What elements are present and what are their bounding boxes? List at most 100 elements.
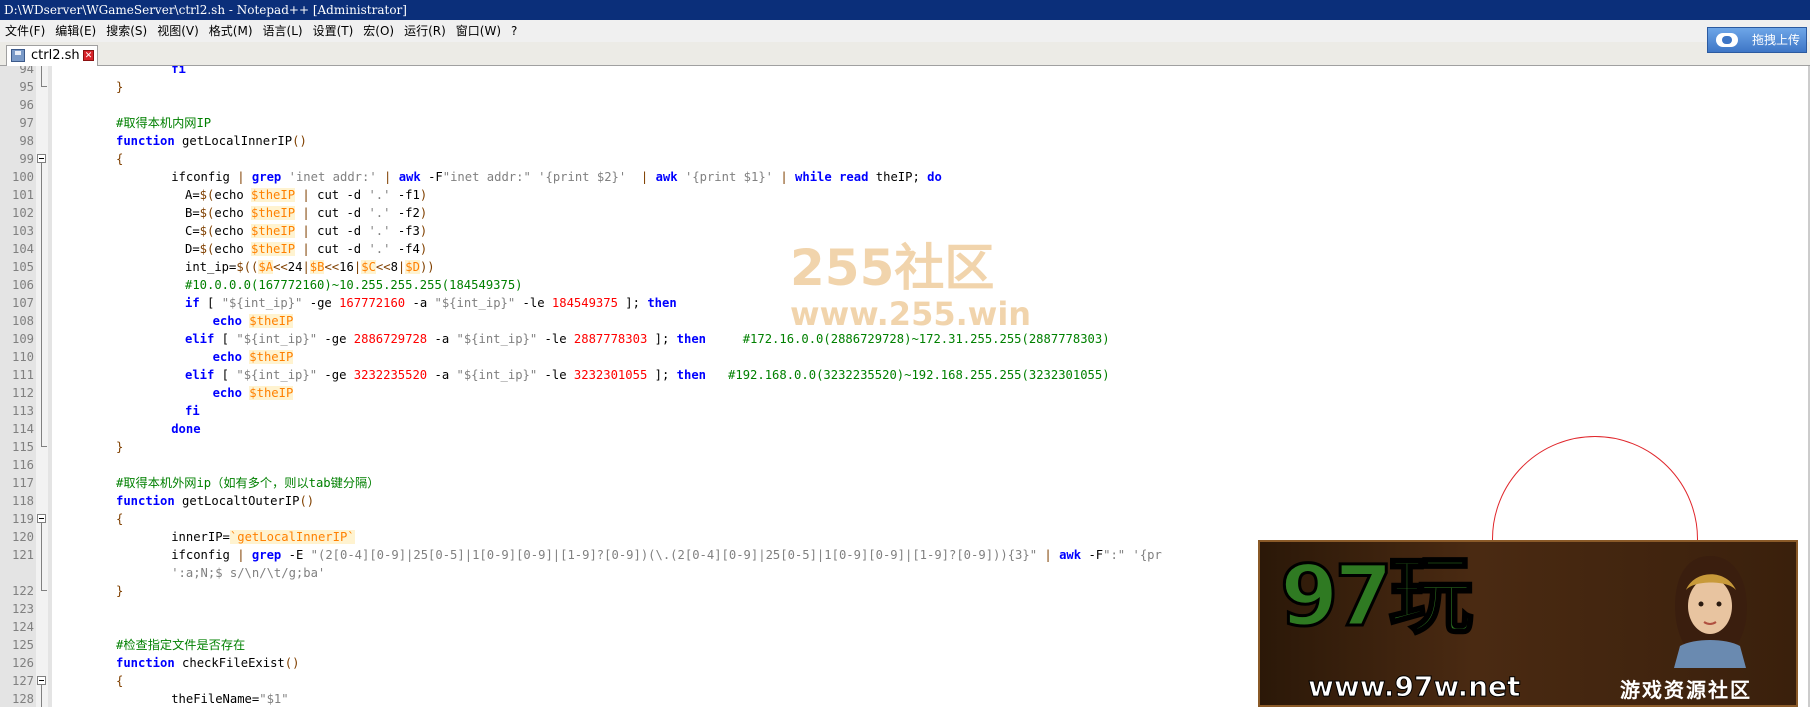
code-text: { bbox=[116, 672, 123, 690]
menu-run[interactable]: 运行(R) bbox=[399, 20, 451, 42]
code-token: '.' bbox=[368, 206, 391, 220]
code-token: $theIP bbox=[251, 188, 296, 202]
code-text: } bbox=[116, 78, 123, 96]
code-token: cut -d bbox=[309, 188, 369, 202]
code-text: { bbox=[116, 150, 123, 168]
code-token: -ge bbox=[317, 332, 354, 346]
code-token: 24 bbox=[287, 260, 303, 274]
code-token: -ge bbox=[317, 368, 354, 382]
close-icon[interactable]: ✕ bbox=[83, 50, 94, 61]
menu-search[interactable]: 搜索(S) bbox=[101, 20, 152, 42]
code-token: $theIP bbox=[249, 350, 294, 364]
code-line: 101 A=$(echo $theIP | cut -d '.' -f1) bbox=[0, 186, 1810, 204]
code-text: { bbox=[116, 510, 123, 528]
code-token: "${int_ip}" bbox=[236, 368, 318, 382]
code-token: then bbox=[647, 296, 677, 310]
code-token: -f4 bbox=[390, 242, 420, 256]
code-token: "${int_ip}" bbox=[434, 296, 516, 310]
code-token: function bbox=[116, 494, 175, 508]
menu-edit[interactable]: 编辑(E) bbox=[50, 20, 101, 42]
code-token: 'inet addr:' bbox=[288, 170, 377, 184]
code-line: 112 echo $theIP bbox=[0, 384, 1810, 402]
fold-line bbox=[36, 402, 48, 420]
line-number: 103 bbox=[11, 224, 34, 238]
code-token: cut -d bbox=[309, 242, 369, 256]
line-number: 118 bbox=[11, 494, 34, 508]
code-token: checkFileExist bbox=[174, 656, 285, 670]
fold-toggle-icon[interactable] bbox=[36, 672, 48, 690]
menu-macro[interactable]: 宏(O) bbox=[358, 20, 399, 42]
line-number: 120 bbox=[11, 530, 34, 544]
cloud-icon bbox=[1716, 33, 1738, 47]
fold-empty bbox=[36, 96, 48, 114]
code-token: D= bbox=[184, 242, 200, 256]
code-token: done bbox=[171, 422, 201, 436]
fold-toggle-icon[interactable] bbox=[36, 150, 48, 168]
code-token: 184549375 bbox=[551, 296, 618, 310]
fold-toggle-icon[interactable] bbox=[36, 510, 48, 528]
code-token: echo bbox=[212, 314, 242, 328]
code-text: function checkFileExist() bbox=[116, 654, 299, 672]
code-token: 3232235520 bbox=[353, 368, 428, 382]
code-token: echo bbox=[212, 386, 242, 400]
code-token: | bbox=[302, 206, 310, 220]
ad-banner[interactable]: 97玩 www.97w.net 游戏资源社区 bbox=[1258, 540, 1798, 707]
code-token: ':a;N;$ s/\n/\t/g;ba' bbox=[171, 566, 326, 580]
code-token: $B bbox=[309, 260, 325, 274]
code-token: #取得本机外网ip（如有多个，则以tab键分隔） bbox=[116, 476, 380, 490]
code-line: 113 fi bbox=[0, 402, 1810, 420]
fold-line bbox=[36, 222, 48, 240]
fold-line bbox=[36, 204, 48, 222]
code-token: fi bbox=[171, 66, 186, 76]
line-number: 97 bbox=[19, 116, 34, 130]
code-token: } bbox=[116, 584, 124, 598]
line-number: 101 bbox=[11, 188, 34, 202]
menu-window[interactable]: 窗口(W) bbox=[451, 20, 506, 42]
code-token: function bbox=[116, 134, 175, 148]
menu-format[interactable]: 格式(M) bbox=[204, 20, 258, 42]
code-token: ]; bbox=[647, 332, 677, 346]
tab-ctrl2-sh[interactable]: ctrl2.sh ✕ bbox=[6, 45, 98, 66]
code-token: -a bbox=[427, 332, 457, 346]
fold-line bbox=[36, 348, 48, 366]
fold-empty bbox=[36, 114, 48, 132]
menu-help[interactable]: ? bbox=[506, 20, 522, 42]
line-number: 100 bbox=[11, 170, 34, 184]
line-number: 126 bbox=[11, 656, 34, 670]
code-token: cut -d bbox=[309, 206, 369, 220]
line-number: 102 bbox=[11, 206, 34, 220]
code-token: ) bbox=[419, 242, 428, 256]
line-number: 119 bbox=[11, 512, 34, 526]
code-token: -le bbox=[537, 368, 574, 382]
code-token: grep bbox=[251, 548, 282, 562]
code-token: << bbox=[324, 260, 340, 274]
menu-view[interactable]: 视图(V) bbox=[152, 20, 204, 42]
upload-button[interactable]: 拖拽上传 bbox=[1707, 27, 1807, 53]
code-token: echo bbox=[214, 242, 252, 256]
code-text: D=$(echo $theIP | cut -d '.' -f4) bbox=[185, 240, 427, 258]
menu-file[interactable]: 文件(F) bbox=[0, 20, 50, 42]
fold-line bbox=[36, 690, 48, 707]
code-token: #10.0.0.0(167772160)~10.255.255.255(1845… bbox=[184, 278, 523, 292]
line-number: 99 bbox=[19, 152, 34, 166]
code-token: -le bbox=[515, 296, 552, 310]
menu-language[interactable]: 语言(L) bbox=[258, 20, 308, 42]
fold-line bbox=[36, 564, 48, 582]
code-text: theFileName="$1" bbox=[171, 690, 288, 707]
menu-settings[interactable]: 设置(T) bbox=[308, 20, 359, 42]
code-token: } bbox=[116, 80, 124, 94]
code-token: | bbox=[302, 224, 310, 238]
code-token: -a bbox=[405, 296, 435, 310]
code-token: $( bbox=[199, 188, 215, 202]
code-token: "inet addr:" bbox=[442, 170, 531, 184]
code-token: $( bbox=[199, 206, 215, 220]
code-token: awk bbox=[398, 170, 421, 184]
fold-end bbox=[36, 78, 48, 96]
fold-empty bbox=[36, 492, 48, 510]
line-number: 107 bbox=[11, 296, 34, 310]
code-token: theIP; bbox=[868, 170, 928, 184]
